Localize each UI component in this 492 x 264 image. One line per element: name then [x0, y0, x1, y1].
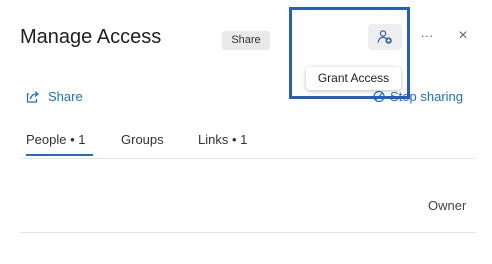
owner-role-label: Owner: [428, 198, 467, 213]
row-divider: [20, 232, 476, 233]
tab-links[interactable]: Links • 1: [198, 132, 247, 147]
share-icon: [26, 91, 39, 103]
tabs-divider: [20, 158, 476, 159]
grant-access-button[interactable]: [368, 24, 402, 50]
share-tooltip: Share: [222, 31, 270, 50]
stop-sharing-link[interactable]: Stop sharing: [372, 89, 463, 104]
add-person-icon: [377, 30, 392, 44]
stop-sharing-label: Stop sharing: [390, 89, 463, 104]
dialog-title: Manage Access: [20, 26, 162, 48]
tab-groups[interactable]: Groups: [121, 132, 164, 147]
tab-people[interactable]: People • 1: [26, 132, 85, 147]
close-button[interactable]: ×: [452, 24, 474, 48]
stop-sharing-icon: [373, 90, 385, 103]
share-link[interactable]: Share: [26, 89, 83, 104]
share-link-label: Share: [48, 89, 83, 104]
more-options-button[interactable]: ···: [416, 24, 438, 48]
grant-access-tooltip: Grant Access: [306, 67, 401, 90]
selected-tab-indicator: [26, 154, 93, 156]
